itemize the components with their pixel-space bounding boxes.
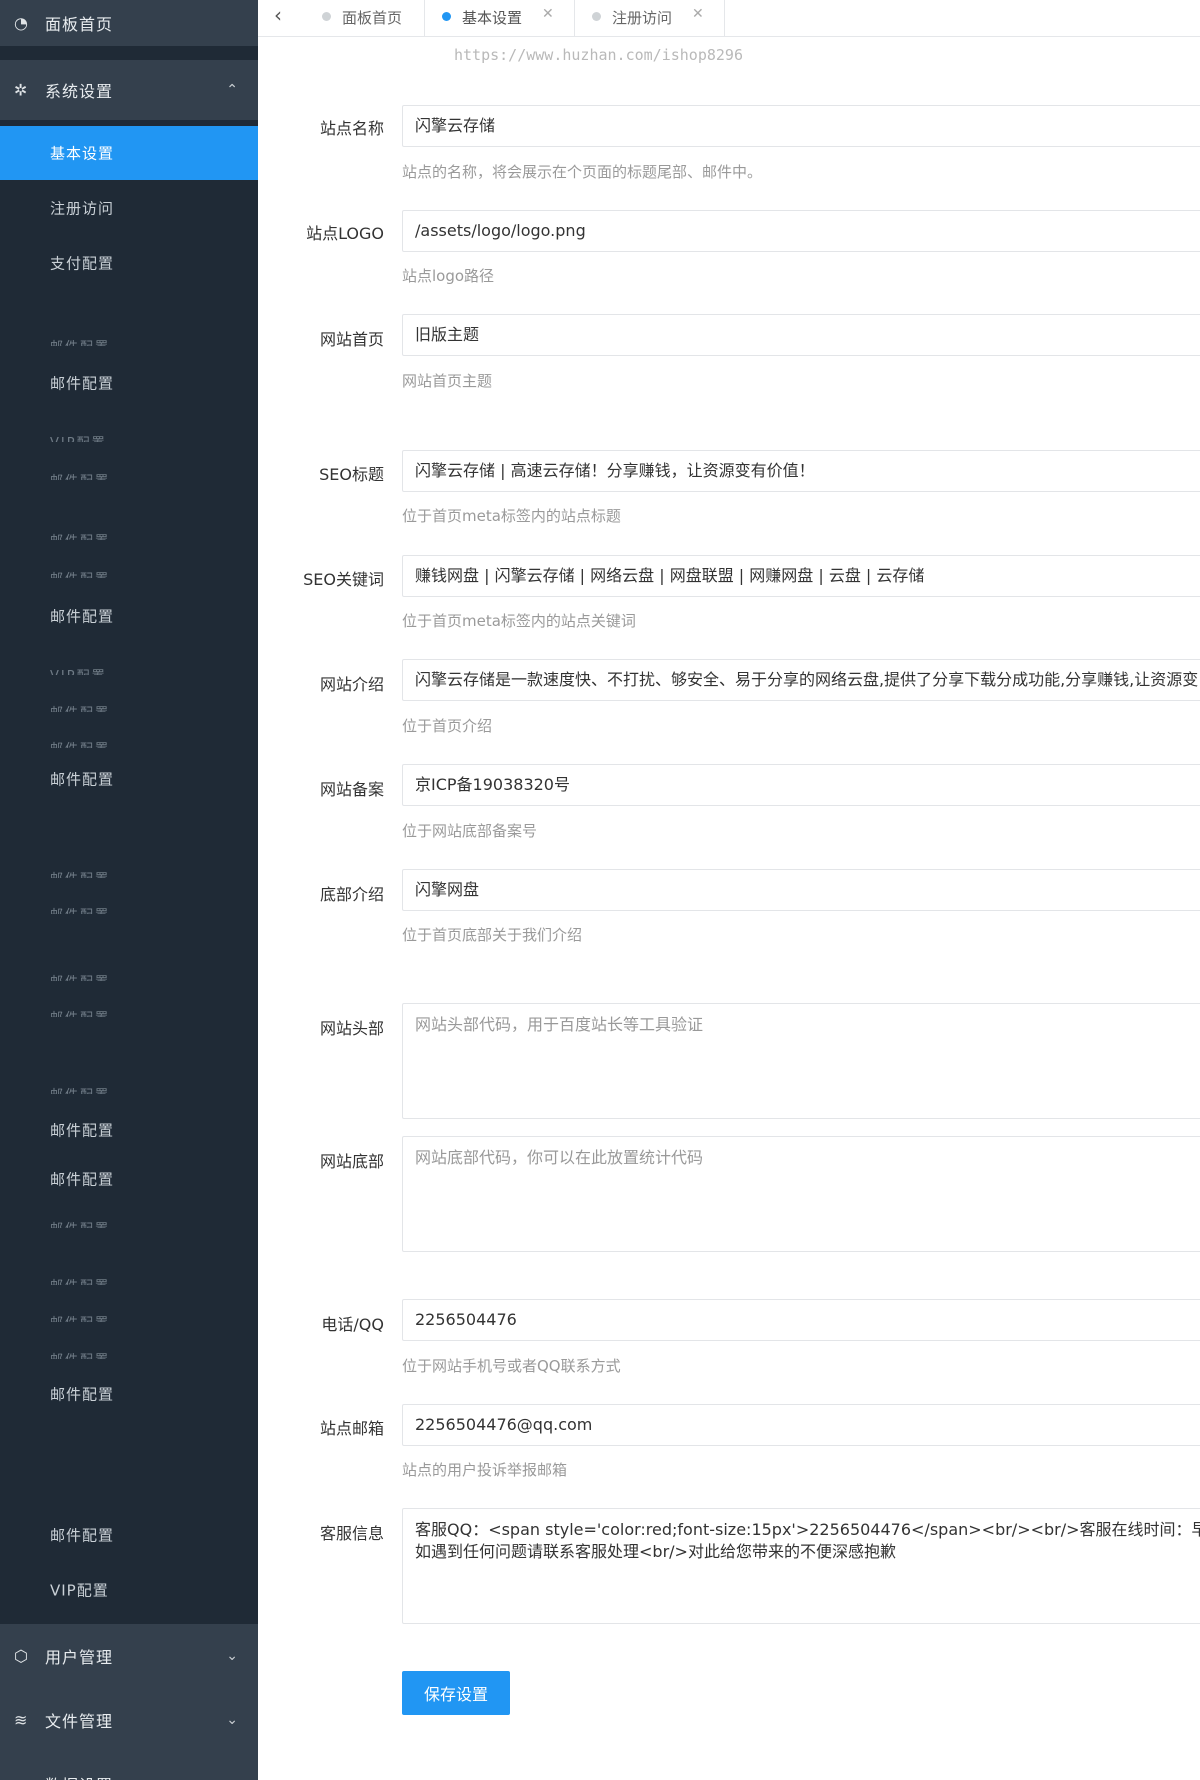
chevron-up-icon: ⌃ — [226, 82, 238, 98]
sidebar-item-mail[interactable]: 邮件配置 — [0, 752, 258, 806]
tab-basic[interactable]: 基本设置 ✕ — [424, 0, 575, 36]
data-icon: ≡ — [14, 1775, 27, 1780]
home-theme-label: 网站首页 — [319, 330, 384, 349]
sidebar-ghost-text: 邮件配置 — [50, 1218, 110, 1228]
sidebar-item-mail[interactable]: 邮件配置 — [0, 589, 258, 643]
sidebar-ghost-text: 邮件配置 — [50, 530, 110, 540]
tab-dot — [442, 12, 451, 21]
chevron-down-icon: ⌄ — [226, 1712, 238, 1728]
layers-icon: ≋ — [14, 1710, 28, 1730]
site-name-hint: 站点的名称，将会展示在个页面的标题尾部、邮件中。 — [402, 163, 763, 181]
gear-icon: ✲ — [14, 80, 28, 100]
foot-code-textarea[interactable]: 网站底部代码，你可以在此放置统计代码 — [402, 1136, 1200, 1252]
sidebar-ghost-text: 邮件配置 — [50, 1084, 110, 1094]
main-content: ‹ 面板首页 基本设置 ✕ 注册访问 ✕ https://www.huzhan.… — [258, 0, 1200, 1780]
icp-hint: 位于网站底部备案号 — [402, 822, 538, 840]
tab-dashboard[interactable]: 面板首页 — [304, 0, 425, 36]
email-input[interactable]: 2256504476@qq.com — [402, 1404, 1200, 1446]
seo-keywords-input[interactable]: 赚钱网盘 | 闪擎云存储 | 网络云盘 | 网盘联盟 | 网赚网盘 | 云盘 |… — [402, 555, 1200, 597]
head-code-textarea[interactable]: 网站头部代码，用于百度站长等工具验证 — [402, 1003, 1200, 1119]
phone-hint: 位于网站手机号或者QQ联系方式 — [402, 1357, 621, 1375]
sidebar-item-payment[interactable]: 支付配置 — [0, 236, 258, 290]
head-code-label: 网站头部 — [319, 1019, 384, 1038]
sidebar-ghost-text: 邮件配置 — [50, 702, 110, 712]
sidebar-item-mail[interactable]: 邮件配置 — [0, 1367, 258, 1421]
dashboard-icon: ◔ — [14, 13, 28, 33]
sidebar-item-mail[interactable]: 邮件配置 — [0, 356, 258, 410]
sidebar-ghost-text: 邮件配置 — [50, 868, 110, 878]
sidebar-item-basic[interactable]: 基本设置 — [0, 126, 258, 180]
sidebar-ghost-text: 邮件配置 — [50, 1275, 110, 1285]
sidebar-item-system[interactable]: ✲ 系统设置 ⌃ — [0, 60, 258, 120]
service-label: 客服信息 — [319, 1524, 384, 1543]
sidebar-item-partial[interactable]: ≡ 数据设置 — [0, 1752, 258, 1780]
sidebar-item-files[interactable]: ≋ 文件管理 ⌄ — [0, 1688, 258, 1752]
footer-intro-label: 底部介绍 — [319, 885, 384, 904]
email-hint: 站点的用户投诉举报邮箱 — [402, 1461, 568, 1479]
icp-input[interactable]: 京ICP备19038320号 — [402, 764, 1200, 806]
sidebar-ghost-text: 邮件配置 — [50, 568, 110, 578]
seo-title-hint: 位于首页meta标签内的站点标题 — [402, 507, 621, 525]
sidebar-item-register[interactable]: 注册访问 — [0, 181, 258, 235]
save-button[interactable]: 保存设置 — [402, 1671, 510, 1715]
site-logo-label: 站点LOGO — [306, 224, 384, 243]
close-icon[interactable]: ✕ — [542, 6, 554, 22]
site-name-input[interactable]: 闪擎云存储 — [402, 105, 1200, 147]
sidebar-ghost-text: 邮件配置 — [50, 470, 110, 480]
service-line: 如遇到任何问题请联系客服处理<br/>对此给您带来的不便深感抱歉 — [415, 1542, 896, 1561]
close-icon[interactable]: ✕ — [692, 6, 704, 22]
intro-hint: 位于首页介绍 — [402, 717, 493, 735]
tab-dot — [592, 12, 601, 21]
sidebar-item-mail[interactable]: 邮件配置 — [0, 1103, 258, 1157]
footer-intro-input[interactable]: 闪擎网盘 — [402, 869, 1200, 911]
sidebar: ◔ 面板首页 ✲ 系统设置 ⌃ 基本设置 注册访问 支付配置 邮件配置 邮件配置… — [0, 0, 258, 1780]
service-textarea[interactable]: 客服QQ：<span style='color:red;font-size:15… — [402, 1508, 1200, 1624]
sidebar-item-vip[interactable]: VIP配置 — [0, 1563, 258, 1617]
email-label: 站点邮箱 — [319, 1419, 384, 1438]
sidebar-ghost-text: 邮件配置 — [50, 336, 110, 346]
site-logo-hint: 站点logo路径 — [402, 267, 495, 285]
sidebar-ghost-text: 邮件配置 — [50, 1312, 110, 1322]
sidebar-item-mail[interactable]: 邮件配置 — [0, 1508, 258, 1562]
seo-title-label: SEO标题 — [319, 465, 384, 484]
service-line: 客服QQ：<span style='color:red;font-size:15… — [415, 1520, 1200, 1539]
intro-label: 网站介绍 — [319, 675, 384, 694]
sidebar-item-mail[interactable]: 邮件配置 — [0, 1152, 258, 1206]
cube-icon: ⬡ — [14, 1646, 28, 1666]
watermark: https://www.huzhan.com/ishop8296 — [454, 46, 743, 64]
phone-label: 电话/QQ — [321, 1315, 384, 1334]
phone-input[interactable]: 2256504476 — [402, 1299, 1200, 1341]
sidebar-item-dashboard[interactable]: ◔ 面板首页 — [0, 0, 258, 46]
sidebar-ghost-text: 邮件配置 — [50, 738, 110, 748]
tab-bar: ‹ 面板首页 基本设置 ✕ 注册访问 ✕ — [258, 0, 1200, 37]
sidebar-ghost-text: VIP配置 — [50, 665, 107, 675]
icp-label: 网站备案 — [319, 780, 384, 799]
seo-keywords-hint: 位于首页meta标签内的站点关键词 — [402, 612, 636, 630]
site-logo-input[interactable]: /assets/logo/logo.png — [402, 210, 1200, 252]
sidebar-ghost-text: 邮件配置 — [50, 904, 110, 914]
sidebar-ghost-text: 邮件配置 — [50, 1349, 110, 1359]
chevron-down-icon: ⌄ — [226, 1648, 238, 1664]
home-theme-select[interactable]: 旧版主题 — [402, 314, 1200, 356]
sidebar-ghost-text: 邮件配置 — [50, 1007, 110, 1017]
tab-register[interactable]: 注册访问 ✕ — [574, 0, 725, 36]
sidebar-item-users[interactable]: ⬡ 用户管理 ⌄ — [0, 1624, 258, 1688]
intro-input[interactable]: 闪擎云存储是一款速度快、不打扰、够安全、易于分享的网络云盘,提供了分享下载分成功… — [402, 659, 1200, 701]
back-arrow-icon[interactable]: ‹ — [274, 3, 282, 27]
tab-dot — [322, 12, 331, 21]
sidebar-ghost-text: VIP配置 — [50, 432, 107, 442]
seo-title-input[interactable]: 闪擎云存储 | 高速云存储！分享赚钱，让资源变有价值！ — [402, 450, 1200, 492]
foot-code-label: 网站底部 — [319, 1152, 384, 1171]
site-name-label: 站点名称 — [319, 119, 384, 138]
home-theme-hint: 网站首页主题 — [402, 372, 493, 390]
seo-keywords-label: SEO关键词 — [303, 570, 384, 589]
footer-intro-hint: 位于首页底部关于我们介绍 — [402, 926, 583, 944]
sidebar-ghost-text: 邮件配置 — [50, 971, 110, 981]
